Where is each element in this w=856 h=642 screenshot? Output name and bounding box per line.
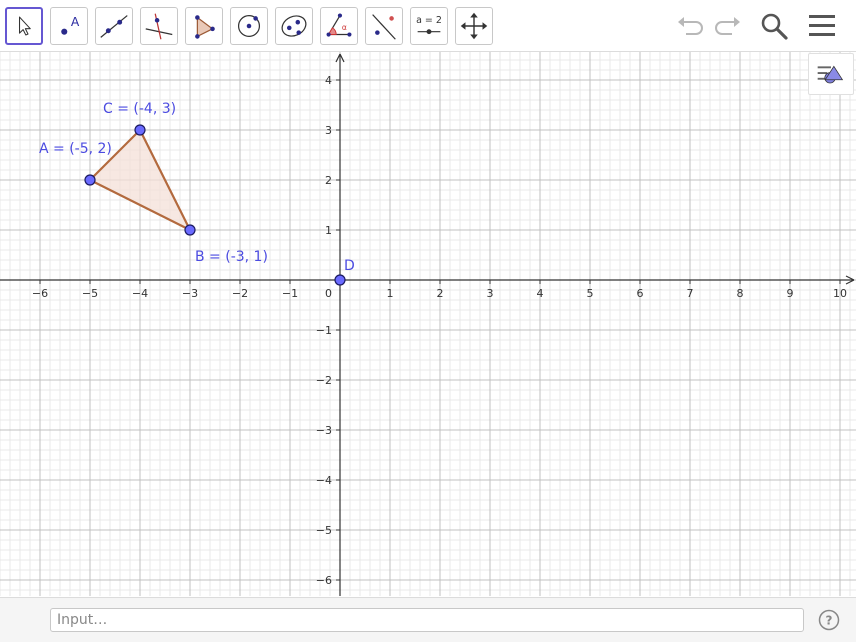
graphics-style-bar-icon xyxy=(817,65,844,84)
x-tick-label: −2 xyxy=(232,287,248,300)
help-icon: ? xyxy=(818,609,840,631)
x-tick-label: −3 xyxy=(182,287,198,300)
style-bar-toggle[interactable] xyxy=(808,53,854,95)
x-tick-label: 1 xyxy=(387,287,394,300)
coordinate-grid[interactable]: −6 −5 −4 −3 −2 −1 1 2 3 4 5 6 7 8 9 10 4 3 2 1 −1 −2 −3 −4 −5 −6 0… xyxy=(0,52,856,596)
x-tick-label: 3 xyxy=(487,287,494,300)
move-graphics-view-icon xyxy=(460,12,488,40)
origin-label: 0 xyxy=(325,287,332,300)
x-tick-label: 7 xyxy=(687,287,694,300)
point-b[interactable] xyxy=(184,224,196,236)
toolbar: A α a = 2 xyxy=(0,0,856,52)
hamburger-menu-icon xyxy=(809,15,835,36)
point-label-d: D xyxy=(344,258,355,274)
x-tick-label: −4 xyxy=(132,287,148,300)
x-tick-label: −6 xyxy=(32,287,48,300)
x-tick-label: 5 xyxy=(587,287,594,300)
menu-button[interactable] xyxy=(806,10,838,42)
search-button[interactable] xyxy=(758,10,790,42)
search-icon xyxy=(761,13,788,40)
point-c[interactable] xyxy=(134,124,146,136)
x-tick-label: 8 xyxy=(737,287,744,300)
x-tick-label: −1 xyxy=(282,287,298,300)
slider-tool-button[interactable]: a = 2 xyxy=(410,7,448,45)
reflect-about-line-icon xyxy=(372,14,396,40)
graphics-view[interactable]: −6 −5 −4 −3 −2 −1 1 2 3 4 5 6 7 8 9 10 4 3 2 1 −1 −2 −3 −4 −5 −6 0… xyxy=(0,52,856,596)
perpendicular-line-icon xyxy=(145,13,173,40)
svg-text:α: α xyxy=(342,23,347,32)
move-tool-button[interactable] xyxy=(5,7,43,45)
redo-button[interactable] xyxy=(712,10,744,42)
point-label-a: A = (-5, 2) xyxy=(39,141,112,157)
algebra-input-field[interactable] xyxy=(50,608,804,632)
slider-icon: a = 2 xyxy=(416,15,442,35)
reflect-tool-button[interactable] xyxy=(365,7,403,45)
point-a[interactable] xyxy=(84,174,96,186)
x-tick-label: −5 xyxy=(82,287,98,300)
y-tick-label: −1 xyxy=(316,324,332,337)
x-tick-label: 10 xyxy=(833,287,847,300)
y-tick-label: 3 xyxy=(325,124,332,137)
x-tick-label: 6 xyxy=(637,287,644,300)
y-tick-label: −3 xyxy=(316,424,332,437)
angle-icon: α xyxy=(326,13,352,37)
point-label-c: C = (-4, 3) xyxy=(103,101,176,117)
line-tool-button[interactable] xyxy=(95,7,133,45)
y-tick-label: −5 xyxy=(316,524,332,537)
help-button[interactable]: ? xyxy=(818,609,840,631)
point-tool-button[interactable]: A xyxy=(50,7,88,45)
undo-icon xyxy=(678,17,703,35)
perpendicular-line-tool-button[interactable] xyxy=(140,7,178,45)
y-tick-label: 2 xyxy=(325,174,332,187)
y-tick-label: −2 xyxy=(316,374,332,387)
polygon-tool-button[interactable] xyxy=(185,7,223,45)
y-tick-label: 4 xyxy=(325,74,332,87)
move-view-tool-button[interactable] xyxy=(455,7,493,45)
undo-button[interactable] xyxy=(674,10,706,42)
point-label-b: B = (-3, 1) xyxy=(195,249,268,265)
y-tick-label: −4 xyxy=(316,474,332,487)
y-tick-label: −6 xyxy=(316,574,332,587)
svg-text:?: ? xyxy=(826,614,833,628)
redo-icon xyxy=(715,17,740,35)
point-d[interactable] xyxy=(334,274,346,286)
x-tick-label: 4 xyxy=(537,287,544,300)
polygon-icon xyxy=(195,15,215,39)
point-icon: A xyxy=(61,15,80,35)
circle-with-center-icon xyxy=(237,14,261,38)
line-through-points-icon xyxy=(100,15,128,38)
x-tick-label: 2 xyxy=(437,287,444,300)
ellipse-icon xyxy=(281,15,307,37)
x-tick-label: 9 xyxy=(787,287,794,300)
point-tool-glyph: A xyxy=(71,15,80,29)
slider-tool-glyph: a = 2 xyxy=(416,15,442,26)
circle-tool-button[interactable] xyxy=(230,7,268,45)
arrow-pointer-icon xyxy=(18,16,31,36)
ellipse-tool-button[interactable] xyxy=(275,7,313,45)
angle-tool-button[interactable]: α xyxy=(320,7,358,45)
input-bar: ? xyxy=(0,597,856,642)
y-tick-label: 1 xyxy=(325,224,332,237)
